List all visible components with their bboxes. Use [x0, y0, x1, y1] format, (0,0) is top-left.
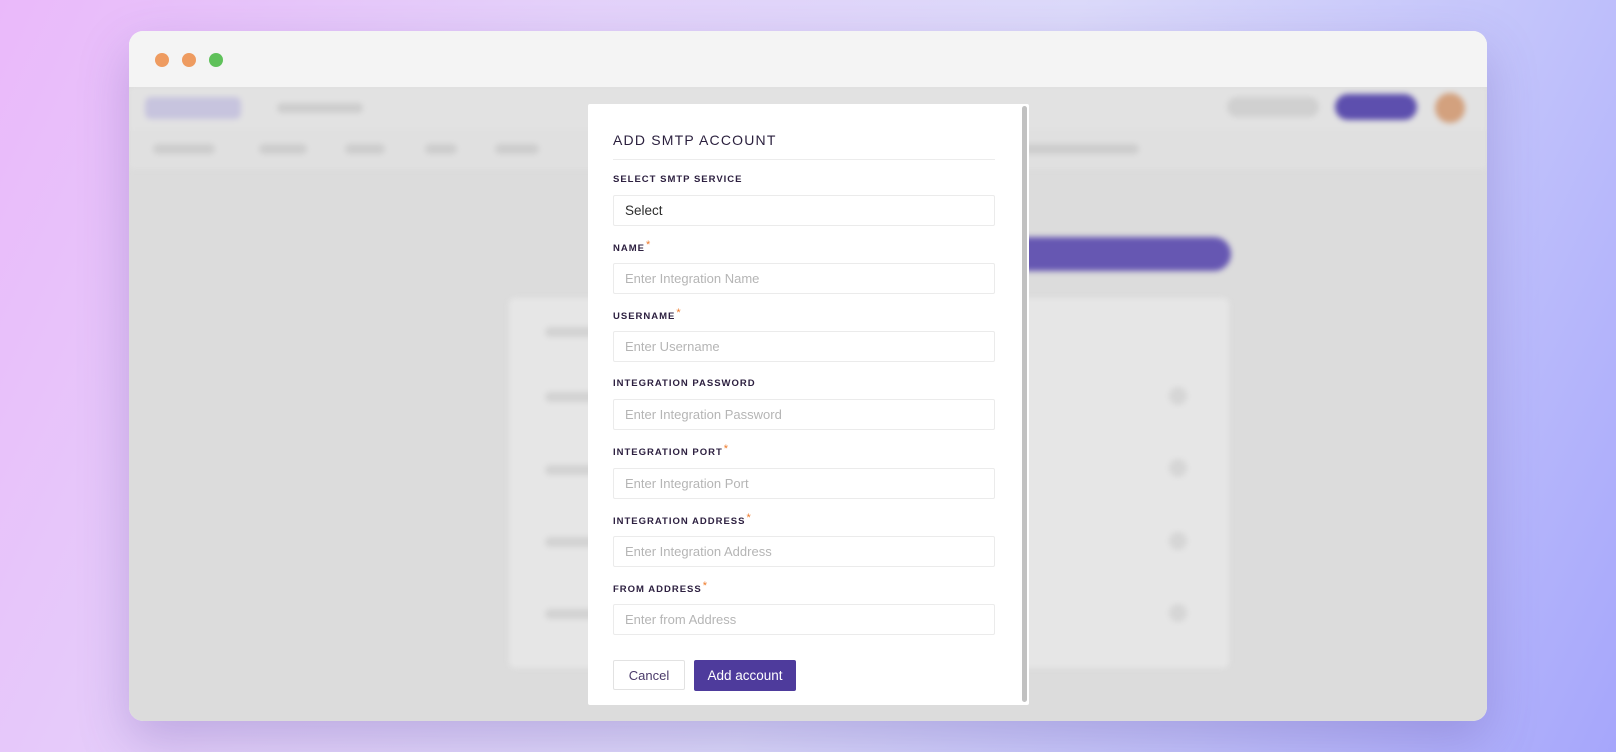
smtp-service-selected-value: Select — [625, 203, 663, 218]
smtp-service-select[interactable]: Select — [613, 195, 995, 226]
minimize-window-button[interactable] — [182, 53, 196, 67]
background-nav-item — [153, 144, 215, 154]
background-nav-item — [1019, 144, 1139, 154]
background-avatar — [1435, 93, 1465, 123]
integration-address-label: INTEGRATION ADDRESS* — [613, 512, 752, 527]
integration-password-label: INTEGRATION PASSWORD — [613, 378, 756, 389]
background-row-icon — [1169, 387, 1187, 405]
background-primary-button — [1335, 94, 1417, 120]
integration-password-input[interactable] — [613, 399, 995, 430]
from-address-label: FROM ADDRESS* — [613, 580, 708, 595]
required-asterisk: * — [645, 239, 652, 251]
smtp-service-label: SELECT SMTP SERVICE — [613, 174, 743, 185]
window-titlebar — [129, 31, 1487, 87]
close-window-button[interactable] — [155, 53, 169, 67]
cancel-button[interactable]: Cancel — [613, 660, 685, 690]
required-asterisk: * — [676, 307, 682, 319]
modal-title: ADD SMTP ACCOUNT — [613, 132, 777, 148]
required-asterisk: * — [702, 580, 708, 592]
background-row-icon — [1169, 604, 1187, 622]
username-input[interactable] — [613, 331, 995, 362]
name-label: NAME* — [613, 239, 652, 254]
background-nav-item — [495, 144, 539, 154]
required-asterisk: * — [746, 512, 752, 524]
integration-address-input[interactable] — [613, 536, 995, 567]
integration-address-label-text: INTEGRATION ADDRESS — [613, 516, 746, 527]
required-asterisk: * — [723, 443, 730, 455]
name-label-text: NAME — [613, 243, 645, 254]
integration-port-label: INTEGRATION PORT* — [613, 443, 730, 458]
smtp-service-label-text: SELECT SMTP SERVICE — [613, 174, 743, 185]
title-divider — [613, 159, 995, 160]
add-smtp-account-modal: ADD SMTP ACCOUNT SELECT SMTP SERVICE Sel… — [588, 104, 1029, 705]
integration-port-label-text: INTEGRATION PORT — [613, 447, 723, 458]
integration-name-input[interactable] — [613, 263, 995, 294]
background-header-button — [1227, 97, 1319, 117]
username-label-text: USERNAME — [613, 311, 676, 322]
integration-port-input[interactable] — [613, 468, 995, 499]
username-label: USERNAME* — [613, 307, 682, 322]
background-header-text — [277, 103, 363, 113]
background-nav-item — [425, 144, 457, 154]
modal-scrollbar[interactable] — [1022, 106, 1027, 702]
background-nav-item — [259, 144, 307, 154]
from-address-label-text: FROM ADDRESS — [613, 584, 702, 595]
background-row-icon — [1169, 532, 1187, 550]
background-row-icon — [1169, 459, 1187, 477]
integration-password-label-text: INTEGRATION PASSWORD — [613, 378, 756, 389]
maximize-window-button[interactable] — [209, 53, 223, 67]
background-nav-item — [345, 144, 385, 154]
background-action-button — [1009, 237, 1231, 271]
from-address-input[interactable] — [613, 604, 995, 635]
background-logo — [145, 97, 241, 119]
add-account-button[interactable]: Add account — [694, 660, 796, 691]
